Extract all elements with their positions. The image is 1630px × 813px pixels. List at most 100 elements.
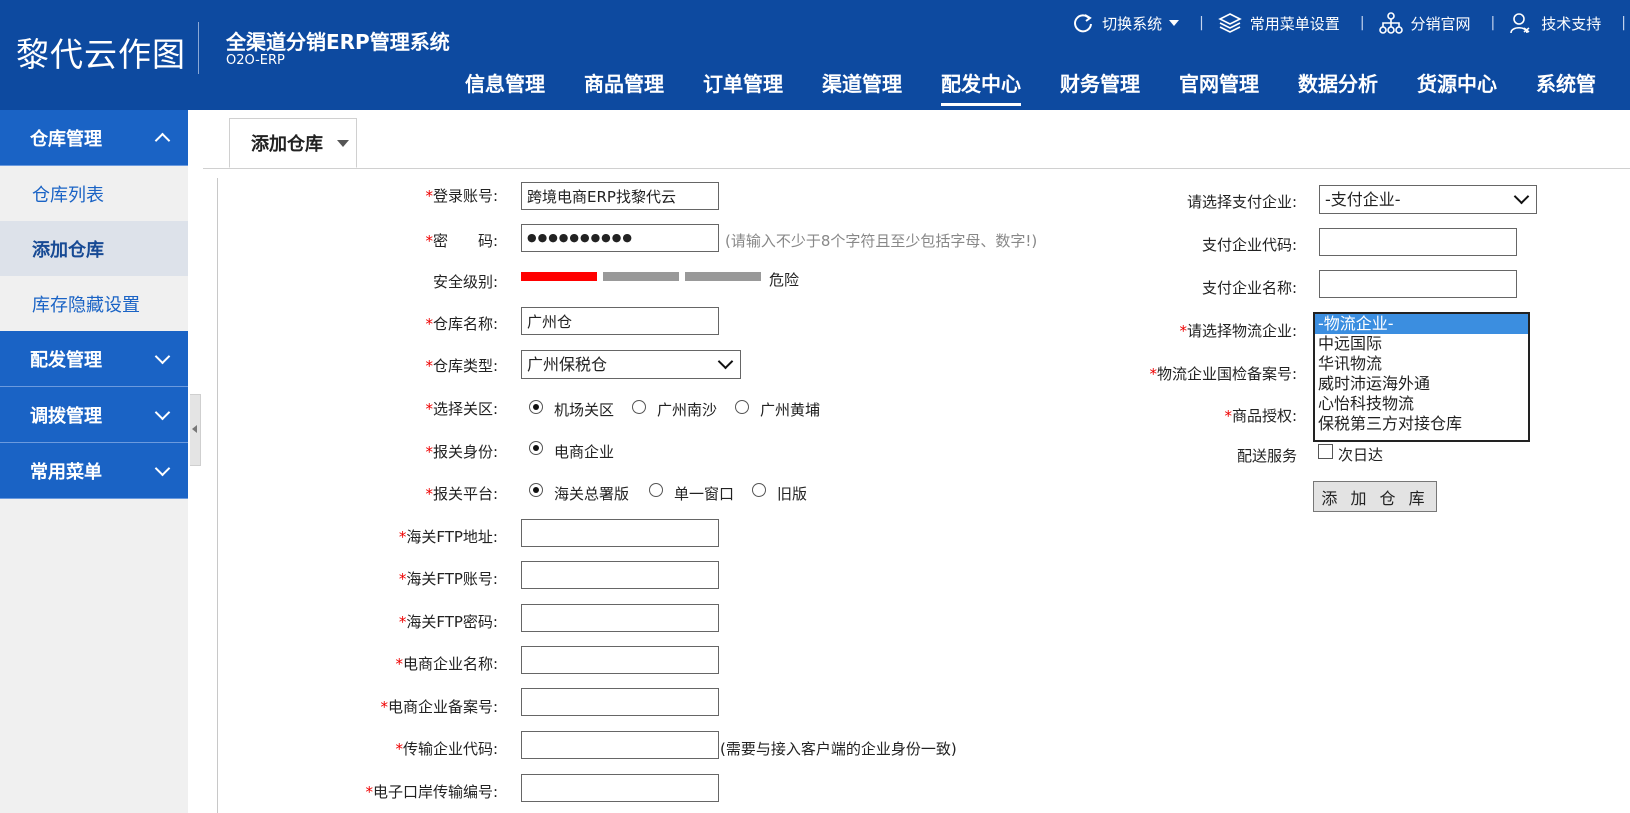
logistics-option[interactable]: 威时沛运海外通 [1315,374,1528,394]
ecom-name-input[interactable] [521,646,719,674]
tab-add-warehouse[interactable]: 添加仓库 [229,118,357,168]
password-label: *密 码: [425,232,498,250]
nav-analytics[interactable]: 数据分析 [1298,64,1378,104]
warehouse-type-select[interactable]: 广州保税仓 [521,350,741,379]
eport-code-input[interactable] [521,774,719,802]
top-header: 黎代云作图 全渠道分销ERP管理系统 O2O-ERP 切换系统 | 常用菜单设置… [0,0,1630,110]
tech-support-link[interactable]: 技术支持 [1509,12,1601,34]
logistics-record-label: *物流企业国检备案号: [1149,365,1297,383]
pay-company-label: 请选择支付企业: [1186,193,1297,211]
chevron-up-icon [154,132,171,148]
sidebar-group-label: 仓库管理 [30,128,102,150]
warehouse-type-label: *仓库类型: [425,357,498,375]
warehouse-type-value: 广州保税仓 [527,355,608,374]
security-level-text: 危险 [769,271,800,289]
pay-company-select[interactable]: -支付企业- [1319,185,1537,214]
nav-info[interactable]: 信息管理 [465,64,545,104]
sidebar-group-common-menu[interactable]: 常用菜单 [0,443,188,499]
ftp-password-label: *海关FTP密码: [398,613,498,631]
caret-down-icon [337,139,349,147]
transfer-code-label: *传输企业代码: [395,740,498,758]
pay-company-value: -支付企业- [1325,190,1401,209]
nav-website[interactable]: 官网管理 [1179,64,1259,104]
password-hint: (请输入不少于8个字符且至少包括字母、数字!) [725,232,1038,250]
declare-identity-label: *报关身份: [425,443,498,461]
ecom-name-label: *电商企业名称: [395,655,498,673]
ecom-record-input[interactable] [521,688,719,716]
chevron-down-icon [154,460,171,476]
radio-platform-customs[interactable] [529,483,543,497]
logistics-option[interactable]: 华讯物流 [1315,354,1528,374]
network-icon [1378,12,1403,34]
logistics-option[interactable]: -物流企业- [1315,314,1528,334]
product-auth-label: *商品授权: [1224,407,1297,425]
caret-down-icon [1169,20,1180,26]
radio-huangpu-zone[interactable] [735,400,749,414]
sidebar-item-stock-hide[interactable]: 库存隐藏设置 [0,276,188,331]
transfer-code-input[interactable] [521,731,719,759]
content-border [217,178,218,813]
password-input[interactable]: ●●●●●●●●●● [521,224,719,252]
logistics-listbox[interactable]: -物流企业- 中远国际 华讯物流 威时沛运海外通 心怡科技物流 保税第三方对接仓… [1313,312,1530,442]
next-day-checkbox[interactable] [1318,444,1333,459]
customs-zone-label: *选择关区: [425,400,498,418]
sidebar-item-warehouse-list[interactable]: 仓库列表 [0,166,188,221]
ecom-record-label: *电商企业备案号: [380,698,498,716]
nav-system[interactable]: 系统管 [1536,64,1596,104]
chevron-down-icon [717,353,734,370]
sidebar-group-transfer[interactable]: 调拨管理 [0,387,188,443]
ftp-address-label: *海关FTP地址: [398,528,498,546]
top-utility-bar: 切换系统 | 常用菜单设置 | 分销官网 | 技术支持 | [1072,10,1630,36]
warehouse-name-label: *仓库名称: [425,315,498,333]
sidebar-item-add-warehouse[interactable]: 添加仓库 [0,221,188,276]
tab-label: 添加仓库 [251,134,323,155]
nav-channels[interactable]: 渠道管理 [822,64,902,104]
ftp-password-input[interactable] [521,604,719,632]
sidebar-group-warehouse[interactable]: 仓库管理 [0,110,188,166]
radio-ecommerce-identity-label: 电商企业 [554,443,615,461]
logistics-option[interactable]: 心怡科技物流 [1315,394,1528,414]
nav-finance[interactable]: 财务管理 [1060,64,1140,104]
switch-system-link[interactable]: 切换系统 [1072,12,1180,34]
login-account-input[interactable] [521,182,719,210]
radio-huangpu-zone-label: 广州黄埔 [760,401,821,419]
add-warehouse-button[interactable]: 添 加 仓 库 [1313,481,1437,512]
distribution-site-link[interactable]: 分销官网 [1378,12,1471,34]
transfer-code-hint: (需要与接入客户端的企业身份一致) [720,740,957,758]
sidebar-group-label: 常用菜单 [30,461,102,483]
eport-code-label: *电子口岸传输编号: [365,783,498,801]
chevron-down-icon [154,404,171,420]
nav-distribution-center[interactable]: 配发中心 [941,64,1021,106]
sidebar-group-distribution[interactable]: 配发管理 [0,331,188,387]
sidebar-group-label: 配发管理 [30,349,102,371]
ftp-account-input[interactable] [521,561,719,589]
declare-platform-label: *报关平台: [425,485,498,503]
warehouse-name-input[interactable] [521,307,719,335]
radio-nansha-zone[interactable] [632,400,646,414]
pay-code-input[interactable] [1319,228,1517,256]
radio-airport-zone-label: 机场关区 [554,401,615,419]
tech-support-label: 技术支持 [1541,14,1602,33]
nav-orders[interactable]: 订单管理 [703,64,783,104]
nav-supply[interactable]: 货源中心 [1417,64,1497,104]
radio-ecommerce-identity[interactable] [529,441,543,455]
sidebar-collapse-handle[interactable] [190,394,201,466]
radio-nansha-zone-label: 广州南沙 [657,401,718,419]
security-level-label: 安全级别: [432,273,498,291]
logo-divider [198,22,199,74]
nav-products[interactable]: 商品管理 [584,64,664,104]
security-bar-3 [685,272,761,281]
radio-airport-zone[interactable] [529,400,543,414]
pay-code-label: 支付企业代码: [1201,236,1297,254]
radio-platform-single-window-label: 单一窗口 [674,485,735,503]
refresh-icon [1074,14,1093,33]
ftp-address-input[interactable] [521,519,719,547]
system-name: 全渠道分销ERP管理系统 [226,30,450,54]
radio-platform-customs-label: 海关总署版 [554,485,630,503]
menu-settings-link[interactable]: 常用菜单设置 [1218,12,1340,34]
radio-platform-legacy[interactable] [752,483,766,497]
logistics-option[interactable]: 中远国际 [1315,334,1528,354]
logistics-option[interactable]: 保税第三方对接仓库 [1315,414,1528,434]
pay-name-input[interactable] [1319,270,1517,298]
radio-platform-single-window[interactable] [649,483,663,497]
